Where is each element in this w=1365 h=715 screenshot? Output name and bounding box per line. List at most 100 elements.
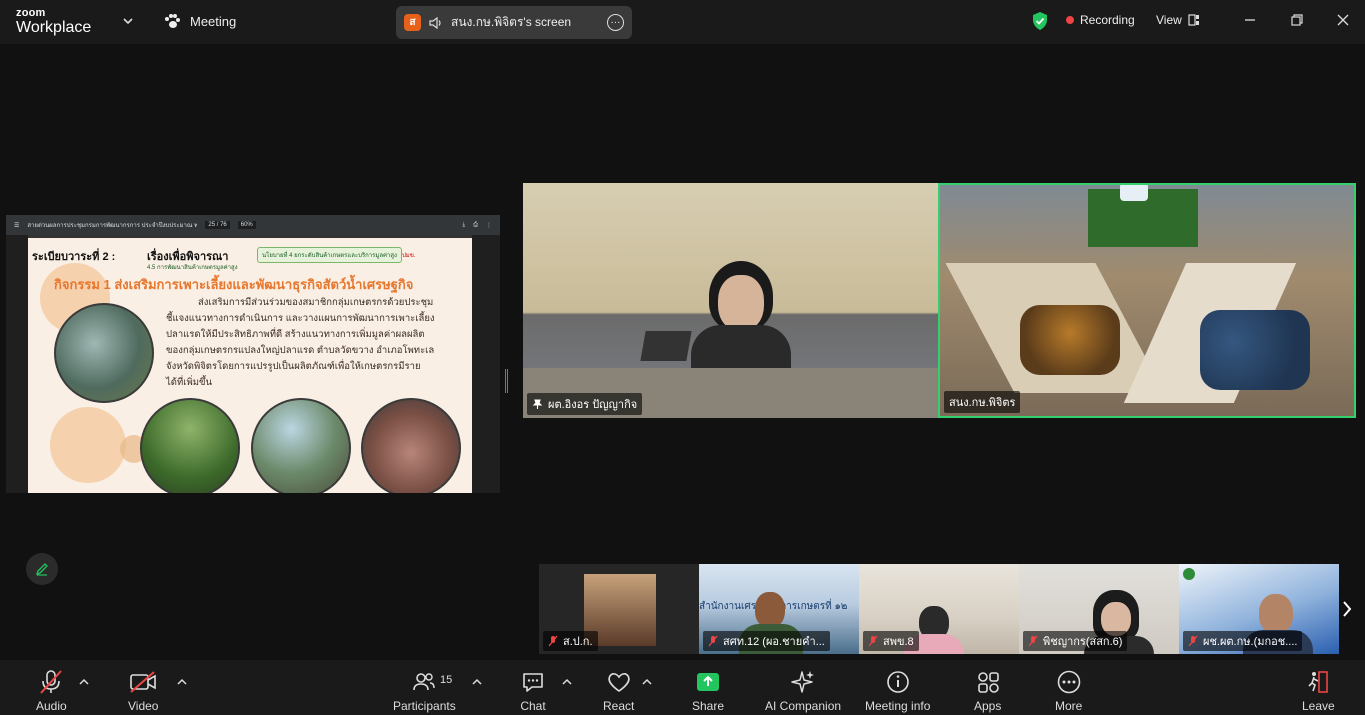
audio-label: Audio <box>36 699 67 713</box>
chevron-right-icon[interactable] <box>1340 598 1354 620</box>
logo-workplace-text: Workplace <box>16 19 92 36</box>
pencil-icon <box>35 563 48 576</box>
more-label: More <box>1055 699 1083 713</box>
chat-button[interactable]: Chat <box>520 668 546 713</box>
participant-name: ผต.อิงอร ปัญญากิจ <box>548 399 638 411</box>
person-face <box>755 592 785 628</box>
video-tile-pinned[interactable]: ผต.อิงอร ปัญญากิจ <box>523 183 938 418</box>
participant-name: ผช.ผต.กษ.(มกอช.... <box>1203 636 1298 648</box>
chevron-up-icon[interactable] <box>177 678 187 686</box>
react-button[interactable]: React <box>603 668 634 713</box>
more-options-icon[interactable]: ··· <box>607 14 624 31</box>
record-dot-icon <box>1066 16 1074 24</box>
pdf-title: สายด่วนผลการประชุมกรมการพัฒนากรการ ประจำ… <box>27 223 198 229</box>
download-icon: ⤓ <box>462 221 466 228</box>
attendees-left <box>1020 305 1120 375</box>
video-tile[interactable]: พิชญากร(สสก.6) <box>1019 564 1179 654</box>
apps-button[interactable]: Apps <box>974 668 1001 713</box>
participant-label: สศท.12 (ผอ.ชายคำ... <box>703 631 830 651</box>
paw-icon <box>165 14 180 28</box>
sharer-screen-label: สนง.กษ.พิจิตร's screen <box>451 15 572 29</box>
grid-view-icon <box>1188 14 1199 26</box>
pdf-viewer-toolbar: ☰ สายด่วนผลการประชุมกรมการพัฒนากรการ ประ… <box>6 215 500 235</box>
body-line: ได้ที่เพิ่มขึ้น <box>166 377 212 388</box>
mic-muted-icon <box>708 635 718 647</box>
org-logo <box>1183 568 1195 580</box>
policy-tag: นโยบายที่ 4 ยกระดับสินค้าเกษตรและบริการม… <box>257 247 402 263</box>
photo-field-visit <box>251 398 351 493</box>
meeting-info-label: Meeting info <box>865 699 931 713</box>
chevron-up-icon[interactable] <box>642 678 652 686</box>
leave-door-icon <box>1308 671 1329 693</box>
chat-icon <box>523 673 543 692</box>
participants-count: 15 <box>440 674 453 686</box>
recording-indicator[interactable]: Recording <box>1066 13 1135 27</box>
video-tile[interactable]: ผช.ผต.กษ.(มกอช.... <box>1179 564 1339 654</box>
participant-name: สพข.8 <box>883 636 914 648</box>
recording-label: Recording <box>1080 13 1135 27</box>
slide-top-rule <box>28 235 472 238</box>
meeting-toolbar <box>0 660 1365 715</box>
close-icon[interactable] <box>1335 12 1351 28</box>
mic-muted-icon <box>868 635 878 647</box>
leave-button[interactable]: Leave <box>1302 668 1335 713</box>
audio-button[interactable]: Audio <box>36 668 67 713</box>
restore-icon[interactable] <box>1289 12 1305 28</box>
participant-name: ส.ป.ก. <box>563 636 593 648</box>
person-face <box>718 275 764 331</box>
share-screen-icon <box>697 673 720 691</box>
video-tile[interactable]: ส.ป.ก. <box>539 564 699 654</box>
mic-muted-icon <box>1028 635 1038 647</box>
body-line: ชี้แจงแนวทางการดำเนินการ และวางแผนการพัฒ… <box>166 313 435 324</box>
zoom-workplace-logo: zoom Workplace <box>16 8 91 36</box>
split-view-handle[interactable] <box>505 369 508 393</box>
print-icon: ⎙ <box>473 221 478 228</box>
apps-label: Apps <box>974 699 1002 713</box>
share-button[interactable]: Share <box>692 668 724 713</box>
video-tile-active-speaker[interactable]: สนง.กษ.พิจิตร <box>938 183 1356 418</box>
person-face <box>1259 594 1293 634</box>
participant-label: ส.ป.ก. <box>543 631 598 651</box>
chevron-down-icon[interactable] <box>121 14 135 28</box>
participants-icon <box>413 673 436 691</box>
ai-companion-label: AI Companion <box>765 699 842 713</box>
corner-tag: ปมข. <box>402 253 416 259</box>
view-button[interactable]: View <box>1156 13 1200 27</box>
sharer-avatar: ส <box>404 14 421 31</box>
view-label: View <box>1156 13 1182 27</box>
ai-companion-button[interactable]: AI Companion <box>765 668 841 713</box>
minimize-icon[interactable] <box>1242 12 1258 28</box>
meeting-info-button[interactable]: Meeting info <box>865 668 930 713</box>
shield-check-icon[interactable] <box>1031 11 1049 31</box>
annotate-button[interactable] <box>26 553 58 585</box>
body-line: ของกลุ่มเกษตรกรแปลงใหญ่ปลาแรด ตำบลวัดขวา… <box>166 345 435 356</box>
more-horizontal-icon <box>1057 670 1080 694</box>
logo-zoom-text: zoom <box>16 7 46 19</box>
chevron-up-icon[interactable] <box>562 678 572 686</box>
participant-strip: ส.ป.ก. สำนักงานเศรษฐกิจการเกษตรที่ ๑๒ สศ… <box>539 564 1339 654</box>
top-bar: zoom Workplace Meeting ส สนง.กษ.พิจิตร's… <box>0 0 1365 44</box>
participant-label: ผต.อิงอร ปัญญากิจ <box>527 393 643 415</box>
chevron-up-icon[interactable] <box>79 678 89 686</box>
mic-muted-icon <box>548 635 558 647</box>
mic-muted-icon <box>40 670 63 694</box>
projector <box>1120 185 1148 201</box>
attendees-right <box>1200 310 1310 390</box>
agenda-label: ระเบียบวาระที่ 2 : <box>32 251 116 263</box>
mic-muted-icon <box>1188 635 1198 647</box>
participant-label: พิชญากร(สสก.6) <box>1023 631 1128 651</box>
more-button[interactable]: More <box>1055 668 1082 713</box>
meeting-menu[interactable]: Meeting <box>163 13 236 29</box>
participant-label: สนง.กษ.พิจิตร <box>944 391 1021 413</box>
activity-title: กิจกรรม 1 ส่งเสริมการเพาะเลี้ยงและพัฒนาธ… <box>54 277 414 292</box>
chevron-up-icon[interactable] <box>472 678 482 686</box>
more-vertical-icon: ⋮ <box>486 222 492 229</box>
video-tile[interactable]: สพข.8 <box>859 564 1019 654</box>
video-button[interactable]: Video <box>128 668 158 713</box>
participant-label: สพข.8 <box>863 631 919 651</box>
video-label: Video <box>128 699 159 713</box>
body-line: ปลาแรดให้มีประสิทธิภาพที่ดี สร้างแนวทางก… <box>166 329 425 340</box>
screen-share-indicator[interactable]: ส สนง.กษ.พิจิตร's screen ··· <box>396 6 632 39</box>
video-tile[interactable]: สำนักงานเศรษฐกิจการเกษตรที่ ๑๒ สศท.12 (ผ… <box>699 564 859 654</box>
participants-label: Participants <box>393 699 456 713</box>
